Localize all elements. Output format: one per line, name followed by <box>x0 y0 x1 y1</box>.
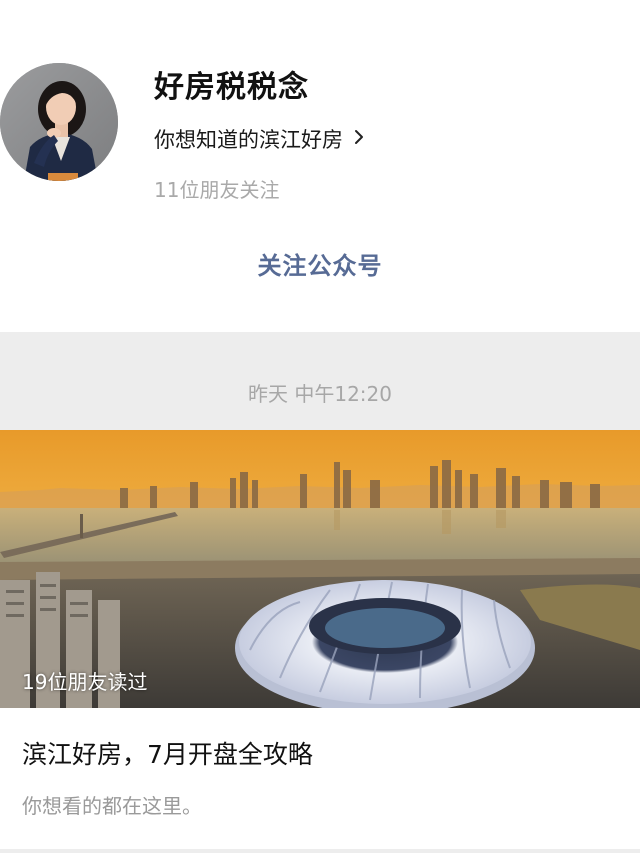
follow-account-button[interactable]: 关注公众号 <box>210 244 430 288</box>
account-profile-card: 好房税税念 你想知道的滨江好房 11位朋友关注 关注公众号 <box>0 0 640 332</box>
message-timestamp: 昨天 中午12:20 <box>248 382 392 406</box>
account-description: 你想知道的滨江好房 <box>154 128 343 152</box>
follower-count: 11位朋友关注 <box>154 178 280 202</box>
avatar[interactable] <box>0 63 118 181</box>
article-digest: 你想看的都在这里。 <box>22 794 202 818</box>
article-title[interactable]: 滨江好房，7月开盘全攻略 <box>22 735 313 771</box>
chevron-right-icon <box>353 127 365 151</box>
bottom-divider <box>0 849 640 853</box>
article-cover-image[interactable]: 19位朋友读过 <box>0 430 640 708</box>
friends-read-count: 19位朋友读过 <box>22 670 148 694</box>
account-description-link[interactable]: 你想知道的滨江好房 <box>154 124 365 154</box>
article-card[interactable]: 19位朋友读过 滨江好房，7月开盘全攻略 你想看的都在这里。 <box>0 430 640 853</box>
person-portrait-icon <box>0 63 118 181</box>
account-name: 好房税税念 <box>154 70 309 105</box>
